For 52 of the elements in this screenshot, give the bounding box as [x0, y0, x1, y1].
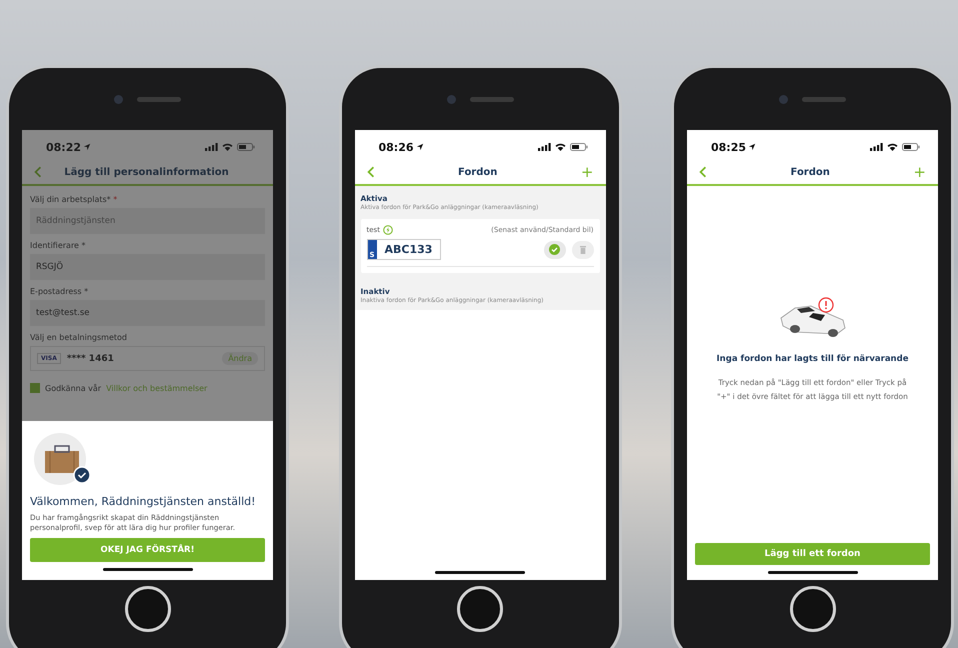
lightning-icon: [382, 225, 393, 235]
empty-state-heading: Inga fordon har lagts till för närvarande: [716, 354, 908, 364]
speaker-slot: [802, 96, 846, 102]
wifi-icon: [222, 143, 233, 151]
delete-button[interactable]: [572, 240, 594, 258]
home-button[interactable]: [790, 586, 836, 632]
input-field[interactable]: test@test.se: [30, 300, 265, 326]
home-button[interactable]: [124, 586, 170, 632]
back-icon[interactable]: [366, 166, 374, 178]
back-icon[interactable]: [699, 166, 707, 178]
add-button[interactable]: +: [580, 164, 594, 180]
speaker-slot: [137, 96, 181, 102]
confirm-button[interactable]: OKEJ JAG FÖRSTÅR!: [30, 538, 265, 562]
screen-title: Fordon: [790, 166, 830, 178]
camera-dot: [779, 94, 788, 104]
signal-icon: [205, 143, 218, 151]
field-label: Identifierare *: [30, 241, 87, 250]
location-arrow-icon: [83, 143, 92, 151]
screen-title: Lägg till personalinformation: [64, 166, 229, 178]
battery-icon: [902, 143, 920, 151]
location-arrow-icon: [416, 143, 424, 151]
select-vehicle-button[interactable]: [544, 240, 566, 258]
camera-dot: [114, 94, 123, 104]
terms-text: Godkänna vår: [45, 384, 102, 392]
change-button[interactable]: Ändra: [222, 352, 258, 365]
field-label: E-postadress *: [30, 287, 90, 296]
terms-checkbox[interactable]: [30, 383, 40, 393]
check-icon: [549, 244, 560, 255]
add-button[interactable]: +: [913, 164, 926, 180]
back-icon[interactable]: [34, 166, 42, 178]
home-button[interactable]: [457, 586, 503, 632]
sheet-title: Välkommen, Räddningstjänsten anställd!: [30, 495, 257, 508]
payment-label: Välj en betalningsmetod: [30, 333, 128, 342]
battery-icon: [237, 143, 255, 151]
signal-icon: [538, 143, 550, 151]
battery-icon: [570, 143, 588, 151]
screen-title: Fordon: [458, 166, 498, 178]
input-field[interactable]: RSGJÖ: [30, 254, 265, 280]
wifi-icon: [887, 143, 898, 151]
wifi-icon: [554, 143, 566, 151]
status-time: 08:22: [46, 140, 82, 154]
card-number: **** 1461: [66, 354, 115, 364]
signal-icon: [870, 143, 883, 151]
field-label: Välj din arbetsplats* *: [30, 195, 118, 204]
status-time: 08:26: [378, 140, 414, 154]
trash-icon: [580, 246, 586, 254]
add-vehicle-button[interactable]: Lägg till ett fordon: [695, 543, 930, 565]
status-time: 08:25: [711, 140, 746, 154]
camera-dot: [446, 94, 456, 104]
location-arrow-icon: [748, 143, 756, 151]
speaker-slot: [470, 96, 514, 102]
terms-link[interactable]: Villkor och bestämmelser: [106, 384, 208, 392]
